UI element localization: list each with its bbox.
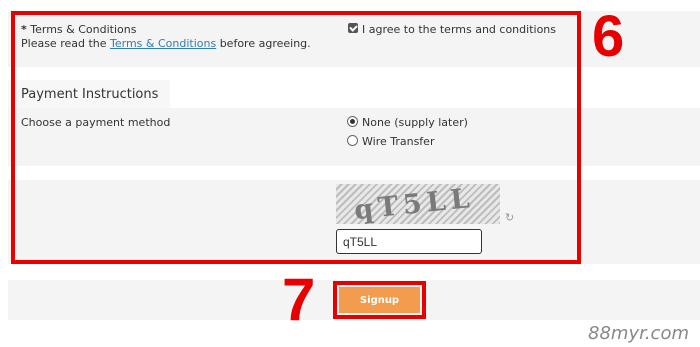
terms-link[interactable]: Terms & Conditions <box>110 37 216 50</box>
terms-desc-prefix: Please read the <box>21 37 107 50</box>
terms-desc-suffix: before agreeing. <box>219 37 311 50</box>
watermark: 88myr.com <box>588 323 690 344</box>
terms-label: * Terms & Conditions <box>21 23 136 36</box>
step-6-number: 6 <box>592 4 625 69</box>
refresh-icon[interactable]: ↻ <box>505 211 514 224</box>
agree-label[interactable]: I agree to the terms and conditions <box>362 23 556 36</box>
payment-heading: Payment Instructions <box>21 87 159 102</box>
captcha-image: qT5LL <box>336 184 500 224</box>
captcha-input[interactable] <box>336 229 482 254</box>
agree-checkbox[interactable] <box>348 23 358 33</box>
captcha-image-text: qT5LL <box>352 184 477 224</box>
required-mark: * <box>21 23 27 36</box>
payment-option-wire-label[interactable]: Wire Transfer <box>362 135 434 148</box>
payment-prompt: Choose a payment method <box>21 116 171 129</box>
payment-option-none-radio[interactable] <box>347 116 358 127</box>
signup-button[interactable]: Signup <box>339 287 420 313</box>
terms-description: Please read the Terms & Conditions befor… <box>21 37 311 50</box>
step-7-number: 7 <box>282 266 316 333</box>
payment-option-none-label[interactable]: None (supply later) <box>362 116 468 129</box>
payment-option-wire-radio[interactable] <box>347 135 358 146</box>
terms-title: Terms & Conditions <box>30 23 137 36</box>
